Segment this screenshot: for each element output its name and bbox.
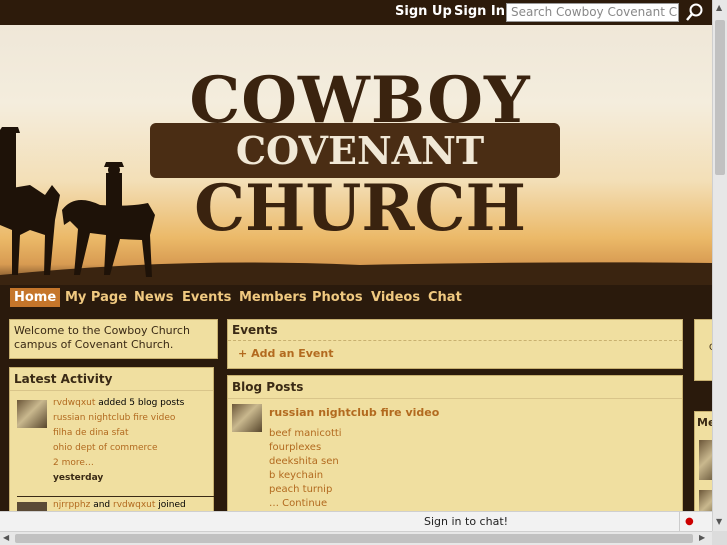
blog-excerpt-line: fourplexes bbox=[269, 442, 322, 453]
activity-more-link[interactable]: 2 more… bbox=[53, 456, 184, 471]
member-avatar[interactable] bbox=[699, 440, 712, 480]
latest-activity-box: Latest Activity rvdwqxut added 5 blog po… bbox=[9, 367, 214, 512]
activity-post-link[interactable]: russian nightclub fire video bbox=[53, 411, 184, 426]
plus-icon: + bbox=[238, 347, 248, 360]
activity-conj: and bbox=[93, 500, 111, 510]
latest-activity-title: Latest Activity bbox=[10, 368, 213, 391]
activity-time: yesterday bbox=[53, 473, 104, 483]
blog-continue-link[interactable]: … Continue bbox=[269, 498, 327, 509]
scroll-right-icon[interactable]: ▶ bbox=[699, 533, 705, 542]
blog-excerpt-line: b keychain bbox=[269, 470, 324, 481]
blog-post-title[interactable]: russian nightclub fire video bbox=[269, 406, 439, 419]
chat-status-icon[interactable]: ● bbox=[685, 516, 694, 527]
activity-post-link[interactable]: filha de dina sfat bbox=[53, 426, 184, 441]
scroll-down-icon[interactable]: ▼ bbox=[716, 517, 722, 526]
scrollbar-corner bbox=[712, 531, 727, 545]
nav-my-page[interactable]: My Page bbox=[61, 288, 131, 307]
nav-home[interactable]: Home bbox=[10, 288, 61, 307]
activity-item: njrrpphz and rvdwqxut joined bbox=[53, 498, 186, 512]
right-members-box: Me bbox=[694, 411, 712, 512]
activity-user-link[interactable]: rvdwqxut bbox=[113, 500, 155, 510]
member-avatar[interactable] bbox=[699, 490, 712, 512]
chat-signin-label[interactable]: Sign in to chat! bbox=[424, 515, 508, 528]
nav-videos[interactable]: Videos bbox=[367, 288, 424, 307]
scroll-up-icon[interactable]: ▲ bbox=[716, 3, 722, 12]
right-sidebar-box: C bbox=[694, 319, 712, 381]
search-icon[interactable] bbox=[685, 2, 705, 22]
top-bar: Sign Up Sign In Search Cowboy Covenant C… bbox=[0, 0, 727, 25]
blog-excerpt-line: deekshita sen bbox=[269, 456, 339, 467]
blog-posts-box: Blog Posts russian nightclub fire video … bbox=[227, 375, 683, 512]
add-event-link[interactable]: + Add an Event bbox=[238, 347, 333, 360]
chat-divider bbox=[679, 512, 680, 532]
signin-link[interactable]: Sign In bbox=[454, 4, 505, 19]
activity-action: joined bbox=[158, 500, 186, 510]
horizontal-scroll-thumb[interactable] bbox=[15, 534, 693, 543]
main-nav: Home My Page News Events Members Photos … bbox=[0, 285, 712, 310]
welcome-box: Welcome to the Cowboy Church campus of C… bbox=[9, 319, 218, 359]
vertical-scroll-thumb[interactable] bbox=[715, 20, 725, 175]
chat-bar[interactable]: Sign in to chat! ● bbox=[0, 511, 712, 532]
user-avatar[interactable] bbox=[17, 400, 47, 428]
nav-photos[interactable]: Photos bbox=[308, 288, 367, 307]
activity-user-link[interactable]: rvdwqxut bbox=[53, 398, 95, 408]
activity-action: added 5 blog posts bbox=[98, 398, 185, 408]
header-banner: COWBOY COVENANT CHURCH bbox=[0, 25, 712, 285]
blog-author-avatar[interactable] bbox=[232, 404, 262, 432]
main-content: Welcome to the Cowboy Church campus of C… bbox=[0, 310, 712, 512]
right-members-title: Me bbox=[697, 416, 712, 429]
activity-user-link[interactable]: njrrpphz bbox=[53, 500, 90, 510]
activity-post-link[interactable]: ohio dept of commerce bbox=[53, 441, 184, 456]
search-input[interactable]: Search Cowboy Covenant Chu bbox=[506, 3, 679, 22]
nav-news[interactable]: News bbox=[130, 288, 177, 307]
nav-chat[interactable]: Chat bbox=[424, 288, 466, 307]
nav-events[interactable]: Events bbox=[178, 288, 235, 307]
logo-line-covenant: COVENANT bbox=[235, 128, 485, 173]
logo-line-cowboy: COWBOY bbox=[189, 63, 531, 138]
signup-link[interactable]: Sign Up bbox=[395, 4, 452, 19]
scroll-left-icon[interactable]: ◀ bbox=[3, 533, 9, 542]
horizontal-scrollbar[interactable]: ◀ ▶ bbox=[0, 531, 712, 545]
events-box: Events + Add an Event bbox=[227, 319, 683, 369]
activity-divider bbox=[17, 496, 214, 497]
vertical-scrollbar[interactable]: ▲ ▼ bbox=[712, 0, 727, 531]
blog-excerpt-line: peach turnip bbox=[269, 484, 333, 495]
blog-excerpt-line: beef manicotti bbox=[269, 428, 342, 439]
nav-members[interactable]: Members bbox=[235, 288, 311, 307]
activity-item: rvdwqxut added 5 blog posts russian nigh… bbox=[53, 396, 184, 486]
events-title: Events bbox=[228, 320, 682, 341]
logo-line-church: CHURCH bbox=[194, 171, 526, 246]
blog-posts-title: Blog Posts bbox=[228, 376, 682, 399]
add-event-label: Add an Event bbox=[251, 347, 334, 360]
